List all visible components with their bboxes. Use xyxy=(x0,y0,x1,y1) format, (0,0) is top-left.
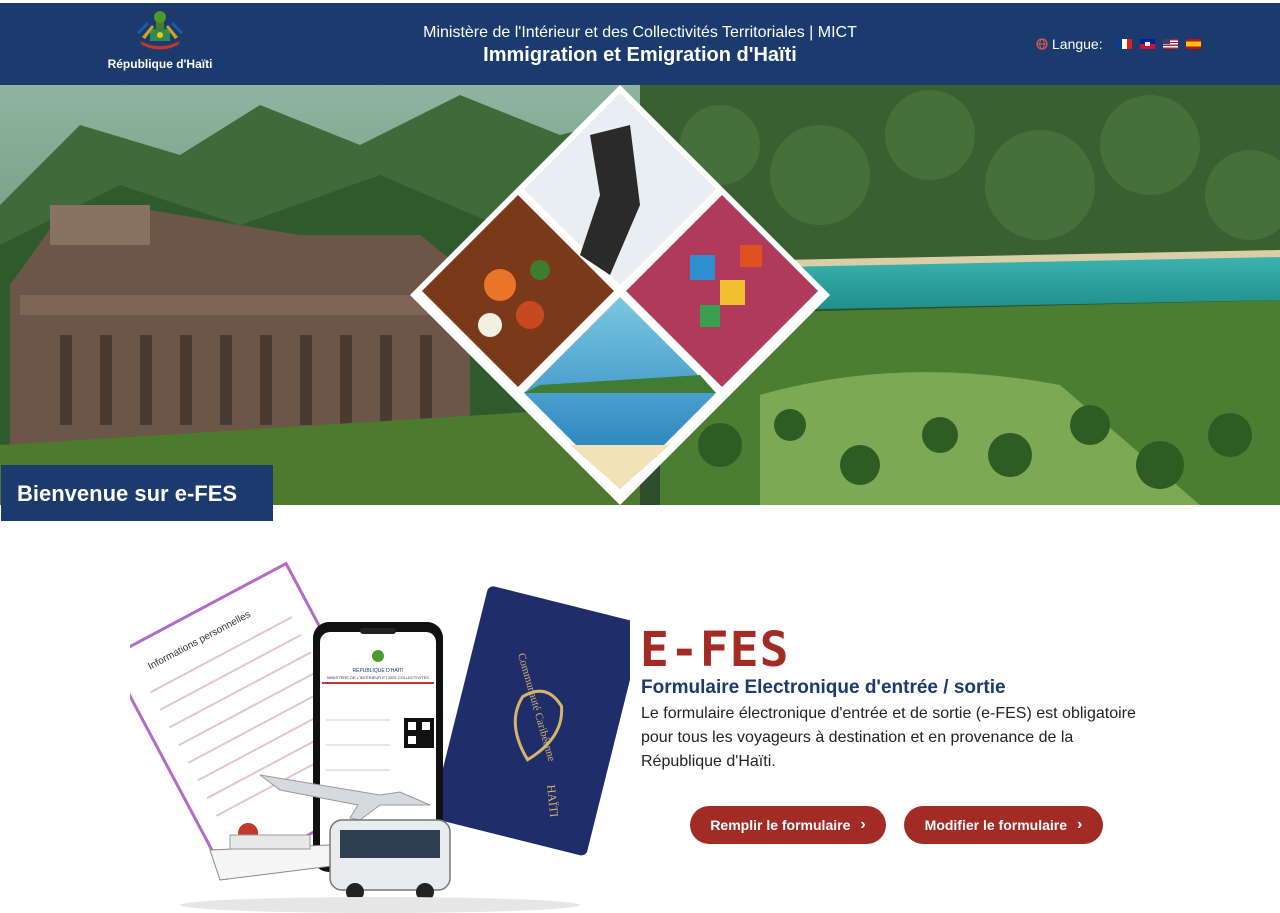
phone-passport-illustration: Informations personnelles Communauté Car… xyxy=(107,561,643,913)
phone-header-ministry: MINISTÈRE DE L'INTÉRIEUR ET DES COLLECTI… xyxy=(327,675,429,680)
chevron-right-icon: › xyxy=(860,816,866,833)
language-selector: Langue: xyxy=(1036,36,1201,52)
globe-icon xyxy=(1036,38,1048,50)
phone-header-republic: RÉPUBLIQUE D'HAÏTI xyxy=(353,667,404,674)
coat-of-arms-icon xyxy=(136,11,184,50)
hero-photo-collage xyxy=(0,85,1280,505)
flag-us-icon[interactable] xyxy=(1162,39,1178,49)
flag-es-icon[interactable] xyxy=(1185,39,1201,49)
site-title: Immigration et Emigration d'Haïti xyxy=(483,44,797,66)
efes-description: Le formulaire électronique d'entrée et d… xyxy=(641,705,1136,770)
flag-list xyxy=(1116,39,1201,49)
edit-form-label: Modifier le formulaire xyxy=(924,817,1068,833)
language-label: Langue: xyxy=(1052,36,1103,52)
republic-logo[interactable]: République d'Haïti xyxy=(100,11,220,71)
fill-form-label: Remplir le formulaire xyxy=(710,817,851,833)
flag-fr-icon[interactable] xyxy=(1116,39,1132,49)
efes-illustration: Informations personnelles Communauté Car… xyxy=(107,560,643,913)
chevron-right-icon: › xyxy=(1077,816,1083,833)
hero-banner xyxy=(0,85,1280,505)
republic-label: République d'Haïti xyxy=(107,57,213,71)
ministry-name: Ministère de l'Intérieur et des Collecti… xyxy=(423,24,857,41)
site-header: République d'Haïti Ministère de l'Intéri… xyxy=(0,3,1280,85)
edit-form-button[interactable]: Modifier le formulaire › xyxy=(904,806,1103,844)
fill-form-button[interactable]: Remplir le formulaire › xyxy=(690,806,886,844)
welcome-banner: Bienvenue sur e-FES xyxy=(1,465,273,521)
ministry-block: Ministère de l'Intérieur et des Collecti… xyxy=(340,23,940,67)
efes-subtitle: Formulaire Electronique d'entrée / sorti… xyxy=(641,677,1006,698)
efes-title: E-FES xyxy=(640,622,790,678)
flag-ht-icon[interactable] xyxy=(1139,39,1155,49)
